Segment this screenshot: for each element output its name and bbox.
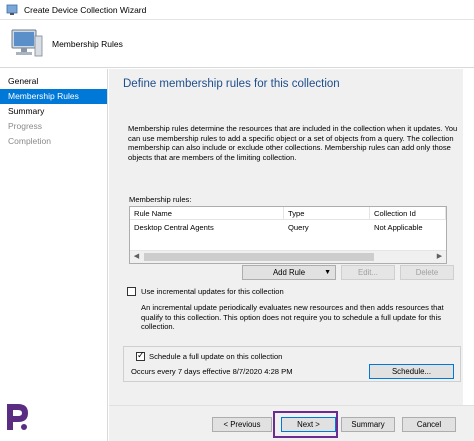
title-bar: Create Device Collection Wizard [0,0,474,20]
sidebar-item-general[interactable]: General [0,74,107,89]
full-update-checkbox[interactable]: ✓ [136,350,145,361]
sidebar-item-completion: Completion [8,136,51,146]
brand-logo-icon [7,404,28,430]
sidebar-item-membership-rules[interactable]: Membership Rules [0,89,107,104]
schedule-summary: Occurs every 7 days effective 8/7/2020 4… [131,367,293,376]
dropdown-caret-icon: ▼ [324,269,331,276]
window-title: Create Device Collection Wizard [24,4,147,15]
wizard-footer: < Previous Next > Summary Cancel [109,405,474,441]
next-button[interactable]: Next > [281,417,336,432]
column-header-collection-id[interactable]: Collection Id [370,207,446,220]
incremental-updates-label: Use incremental updates for this collect… [141,287,284,296]
summary-button[interactable]: Summary [341,417,395,432]
wizard-app-icon [6,4,18,15]
full-update-label: Schedule a full update on this collectio… [149,352,283,361]
cell-rule-name: Desktop Central Agents [134,223,214,232]
cell-type: Query [288,223,309,232]
column-header-rule-name[interactable]: Rule Name [130,207,284,220]
window-right-edge [463,69,474,405]
sidebar-item-progress: Progress [8,121,43,131]
scroll-right-icon[interactable]: ▶ [433,251,446,263]
membership-rules-table[interactable]: Rule Name Type Collection Id Desktop Cen… [129,206,447,264]
scroll-left-icon[interactable]: ◀ [130,251,143,263]
wizard-main-panel: Define membership rules for this collect… [109,69,463,405]
table-header: Rule Name Type Collection Id [130,207,446,220]
header-title: Membership Rules [52,39,123,49]
add-rule-label: Add Rule [272,268,306,277]
cancel-button[interactable]: Cancel [402,417,456,432]
wizard-header: Membership Rules [0,20,474,68]
previous-button[interactable]: < Previous [212,417,272,432]
checkmark-icon: ✓ [137,350,145,360]
wizard-sidebar: General Membership Rules Summary Progres… [0,69,108,441]
page-description: Membership rules determine the resources… [128,124,458,162]
delete-button[interactable]: Delete [400,265,454,280]
membership-rules-label: Membership rules: [129,195,192,204]
cell-collection-id: Not Applicable [374,223,423,232]
edit-button[interactable]: Edit... [341,265,395,280]
page-title: Define membership rules for this collect… [123,78,340,90]
incremental-updates-description: An incremental update periodically evalu… [141,303,444,331]
computer-icon [11,29,43,57]
add-rule-button[interactable]: Add Rule ▼ [242,265,336,280]
schedule-button[interactable]: Schedule... [369,364,454,379]
sidebar-item-summary[interactable]: Summary [0,104,107,119]
column-header-type[interactable]: Type [284,207,370,220]
incremental-updates-checkbox[interactable] [127,287,136,296]
horizontal-scrollbar[interactable]: ◀ ▶ [130,250,446,263]
table-row[interactable]: Desktop Central Agents Query Not Applica… [130,222,446,234]
scrollbar-thumb[interactable] [144,253,374,261]
